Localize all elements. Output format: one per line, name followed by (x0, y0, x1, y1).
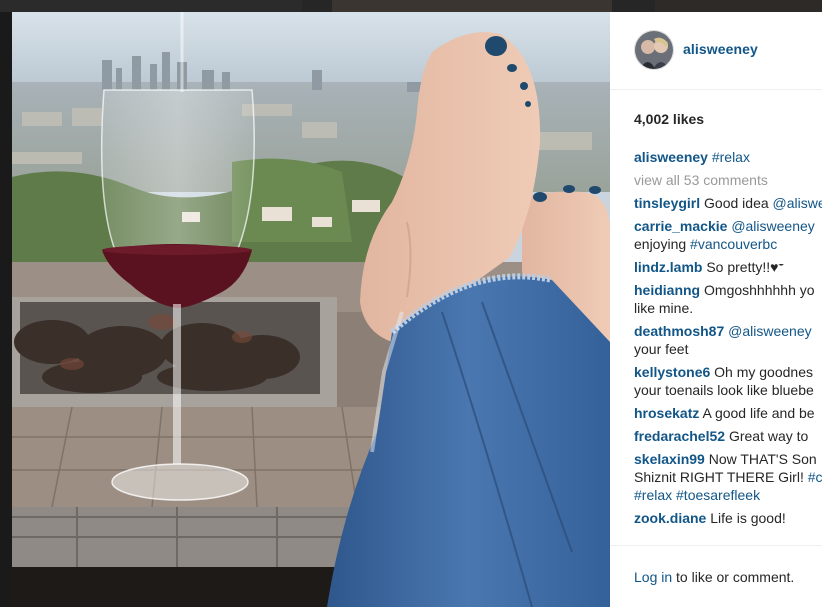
comment-text: your toenails look like bluebe (634, 382, 814, 398)
comment-text: like mine. (634, 300, 694, 316)
comment-line: tinsleygirl Good idea @alisweeney (634, 194, 822, 212)
comment-item: skelaxin99 Now THAT'S Son Shiznit RIGHT T… (634, 450, 822, 504)
post-author-username[interactable]: alisweeney (683, 41, 758, 57)
comment-username[interactable]: carrie_mackie (634, 218, 727, 234)
caption-username[interactable]: alisweeney (634, 149, 708, 165)
comment-link[interactable]: @alisweeney (773, 195, 822, 211)
comment-item: deathmosh87 @alisweeney your feet (634, 322, 822, 358)
caption: alisweeney #relax (634, 148, 822, 166)
post-photo-image (12, 12, 610, 607)
comment-link[interactable]: @alisweeney (728, 323, 811, 339)
comment-link[interactable]: #vancouverbc (690, 236, 777, 252)
comment-username[interactable]: skelaxin99 (634, 451, 705, 467)
comment-text: Now THAT'S Son (708, 451, 817, 467)
post-header: alisweeney (610, 12, 822, 90)
comment-item: kellystone6 Oh my goodnes your toenails l… (634, 363, 822, 399)
comment-item: tinsleygirl Good idea @alisweeney (634, 194, 822, 212)
comment-text: your feet (634, 341, 689, 357)
comment-line: kellystone6 Oh my goodnes (634, 363, 822, 381)
login-prompt: Log in to like or comment. (634, 569, 794, 585)
comment-line: your feet (634, 340, 822, 358)
post-photo[interactable] (12, 12, 610, 607)
comment-item: fredarachel52 Great way to (634, 427, 822, 445)
comment-line: enjoying #vancouverbc (634, 235, 822, 253)
login-link[interactable]: Log in (634, 569, 672, 585)
comment-link[interactable]: #c (808, 469, 822, 485)
avatar-image (635, 31, 673, 69)
comment-line: lindz.lamb So pretty!!♥𝄻 (634, 258, 822, 276)
comment-link[interactable]: @alisweeney (731, 218, 814, 234)
caption-hashtag[interactable]: #relax (712, 149, 750, 165)
comment-text: enjoying (634, 236, 691, 252)
comment-line: #relax #toesarefleek (634, 486, 822, 504)
comment-link[interactable]: #relax #toesarefleek (634, 487, 760, 503)
comment-line: Shiznit RIGHT THERE Girl! #c (634, 468, 822, 486)
comment-username[interactable]: hrosekatz (634, 405, 699, 421)
post-footer: Log in to like or comment. (610, 545, 822, 607)
comments-list: alisweeney #relax view all 53 comments t… (634, 148, 822, 532)
comment-text: A good life and be (702, 405, 815, 421)
comment-item: lindz.lamb So pretty!!♥𝄻 (634, 258, 822, 276)
comment-text: So pretty!!♥𝄻 (706, 259, 784, 275)
post-side-panel: alisweeney 4,002 likes alisweeney #relax… (610, 12, 822, 607)
comment-line: fredarachel52 Great way to (634, 427, 822, 445)
comment-line: carrie_mackie @alisweeney (634, 217, 822, 235)
comment-text: Good idea (704, 195, 773, 211)
view-all-comments-link[interactable]: view all 53 comments (634, 171, 822, 189)
comment-username[interactable]: zook.diane (634, 510, 706, 526)
comment-item: heidianng Omgoshhhhhh yo like mine. (634, 281, 822, 317)
comment-line: deathmosh87 @alisweeney (634, 322, 822, 340)
comment-line: zook.diane Life is good! (634, 509, 822, 527)
comment-line: your toenails look like bluebe (634, 381, 822, 399)
comment-text: Life is good! (710, 510, 786, 526)
comment-username[interactable]: heidianng (634, 282, 700, 298)
comment-line: heidianng Omgoshhhhhh yo (634, 281, 822, 299)
top-thumbnail-strip (0, 0, 822, 12)
comment-text: Oh my goodnes (714, 364, 813, 380)
comment-line: like mine. (634, 299, 822, 317)
comment-username[interactable]: fredarachel52 (634, 428, 725, 444)
comment-text: Omgoshhhhhh yo (704, 282, 815, 298)
avatar[interactable] (634, 30, 674, 70)
comment-line: hrosekatz A good life and be (634, 404, 822, 422)
comment-item: carrie_mackie @alisweeney enjoying #vanco… (634, 217, 822, 253)
comment-line: skelaxin99 Now THAT'S Son (634, 450, 822, 468)
comment-text: Shiznit RIGHT THERE Girl! (634, 469, 808, 485)
comment-username[interactable]: kellystone6 (634, 364, 710, 380)
comment-item: hrosekatz A good life and be (634, 404, 822, 422)
comment-item: zook.diane Life is good! (634, 509, 822, 527)
comment-username[interactable]: lindz.lamb (634, 259, 702, 275)
comment-username[interactable]: tinsleygirl (634, 195, 700, 211)
comment-text: Great way to (728, 428, 809, 444)
login-prompt-text: to like or comment. (672, 569, 795, 585)
comment-username[interactable]: deathmosh87 (634, 323, 724, 339)
like-count[interactable]: 4,002 likes (634, 111, 704, 127)
